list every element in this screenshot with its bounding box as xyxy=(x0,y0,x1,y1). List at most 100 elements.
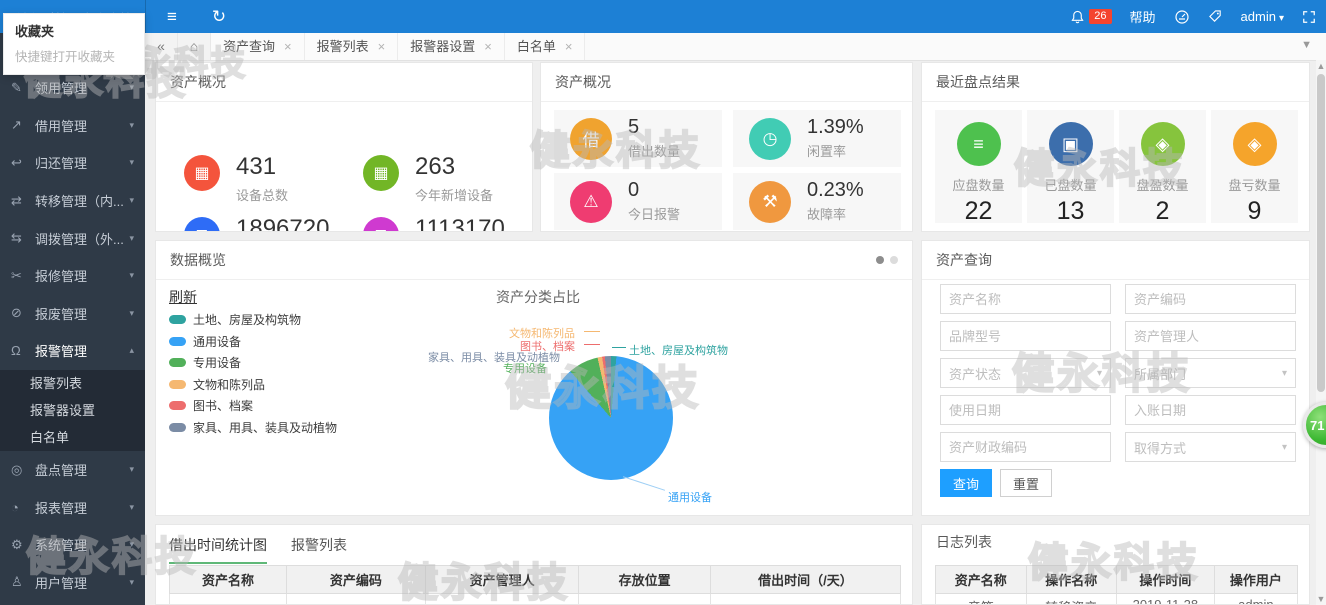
bell-icon xyxy=(1070,9,1085,25)
brand-model-input[interactable] xyxy=(940,321,1111,351)
chevron-down-icon: ▾ xyxy=(1279,13,1284,24)
sidebar-item-baofei[interactable]: ⊘ 报废管理 ▾ xyxy=(0,295,145,333)
card-should-count: ≡ 应盘数量 22 xyxy=(935,110,1022,223)
reset-button[interactable]: 重置 xyxy=(1000,469,1052,497)
pie-callout: 专用设备 xyxy=(503,360,547,376)
tab-alarm-list[interactable]: 报警列表 × xyxy=(305,33,399,60)
panel-title: 日志列表 xyxy=(922,525,1309,559)
finance-code-input[interactable] xyxy=(940,432,1111,462)
close-icon[interactable]: × xyxy=(484,34,492,60)
card-surplus: ◈ 盘盈数量 2 xyxy=(1119,110,1206,223)
user-menu[interactable]: admin▾ xyxy=(1241,9,1284,24)
legend-marker xyxy=(169,423,186,432)
sidebar-subitem-alarm-list[interactable]: 报警列表 xyxy=(0,370,145,397)
asset-name-input[interactable] xyxy=(940,284,1111,314)
sidebar-item-baojing[interactable]: Ω 报警管理 ▴ xyxy=(0,332,145,370)
report-pie-icon: ◔ xyxy=(11,500,35,515)
tab-label: 资产查询 xyxy=(223,34,275,60)
chevron-down-icon: ▾ xyxy=(129,233,134,244)
legend-item[interactable]: 家具、用具、装具及动植物 xyxy=(169,417,337,439)
asset-manager-input[interactable] xyxy=(1125,321,1296,351)
pie-chart-title: 资产分类占比 xyxy=(496,287,580,307)
refresh-link[interactable]: 刷新 xyxy=(169,287,197,307)
tab-label: 报警器设置 xyxy=(410,34,475,60)
tooltip-subtitle: 快捷键打开收藏夹 xyxy=(15,46,133,65)
page-scrollbar[interactable]: ▲ ▼ xyxy=(1316,60,1326,605)
tag-icon[interactable] xyxy=(1208,9,1223,24)
repair-icon: ✂ xyxy=(11,268,35,284)
sidebar-subitem-alarm-settings[interactable]: 报警器设置 xyxy=(0,397,145,424)
sidebar-item-xitong[interactable]: ⚙ 系统管理 ▾ xyxy=(0,526,145,564)
help-link[interactable]: 帮助 xyxy=(1130,7,1156,26)
stat-fault-rate: ⚒ 0.23%故障率 xyxy=(733,173,901,230)
sidebar-subitem-whitelist[interactable]: 白名单 xyxy=(0,424,145,451)
asset-status-select[interactable]: 资产状态 ▾ xyxy=(940,358,1111,388)
pie-chart[interactable] xyxy=(549,356,673,480)
chevron-down-icon: ▾ xyxy=(1282,442,1287,453)
sidebar-item-yonghu[interactable]: ♙ 用户管理 ▾ xyxy=(0,564,145,602)
tabs-more-dropdown[interactable]: ▼ xyxy=(1301,33,1312,60)
table-row: 音箱 转移资产 2019-11-28 admin xyxy=(936,594,1298,605)
sidebar-item-zhuanyi[interactable]: ⇄ 转移管理（内... ▾ xyxy=(0,182,145,220)
sidebar-item-guihuan[interactable]: ↩ 归还管理 ▾ xyxy=(0,144,145,182)
sidebar-item-baobiao[interactable]: ◔ 报表管理 ▾ xyxy=(0,488,145,526)
fullscreen-icon[interactable] xyxy=(1302,10,1316,24)
sidebar-item-pandian[interactable]: ◎ 盘点管理 ▾ xyxy=(0,451,145,489)
tab-label: 报警列表 xyxy=(317,34,369,60)
search-button[interactable]: 查询 xyxy=(940,469,992,497)
entry-date-input[interactable] xyxy=(1125,395,1296,425)
panel-title: 数据概览 xyxy=(156,241,912,280)
panel-tabs: 借出时间统计图 报警列表 xyxy=(169,535,347,564)
carousel-dot-active[interactable] xyxy=(876,256,884,264)
asset-code-input[interactable] xyxy=(1125,284,1296,314)
tab-whitelist[interactable]: 白名单 × xyxy=(505,33,586,60)
tab-alarm-settings[interactable]: 报警器设置 × xyxy=(398,33,505,60)
close-icon[interactable]: × xyxy=(378,34,386,60)
app-window: 健永科技固定资产管理 ≡ ↻ 26 帮助 admin▾ xyxy=(0,0,1326,605)
tabs-scroll-left-button[interactable]: « xyxy=(145,33,178,60)
database-icon: ≣ xyxy=(184,217,220,232)
sidebar-item-diaobo[interactable]: ⇆ 调拨管理（外... ▾ xyxy=(0,219,145,257)
sidebar: ✎ 领用管理 ▾ ↗ 借用管理 ▾ ↩ 归还管理 ▾ ⇄ 转移管理（内... ▾… xyxy=(0,33,145,605)
tab-asset-query[interactable]: 资产查询 × xyxy=(211,33,305,60)
home-tab[interactable]: ⌂ xyxy=(178,33,211,60)
scroll-up-arrow[interactable]: ▲ xyxy=(1316,60,1326,72)
tools-icon: ⚒ xyxy=(749,181,791,223)
pie-callout: 通用设备 xyxy=(668,489,712,505)
asset-overview-panel-1: 资产概况 ▦ 431设备总数 ▦ 263今年新增设备 ≣ 1896720设备总价… xyxy=(155,62,533,232)
panel-title: 资产概况 xyxy=(156,63,532,102)
legend-item[interactable]: 通用设备 xyxy=(169,331,337,353)
notification-bell[interactable]: 26 xyxy=(1070,9,1111,25)
database-icon: ≣ xyxy=(363,217,399,232)
borrow-icon: ↗ xyxy=(11,117,35,133)
pie-legend: 土地、房屋及构筑物 通用设备 专用设备 文物和陈列品 图书、档案 家具、用具、装… xyxy=(169,309,337,438)
legend-item[interactable]: 专用设备 xyxy=(169,352,337,374)
carousel-dot[interactable] xyxy=(890,256,898,264)
clock-icon: ◷ xyxy=(749,118,791,160)
chevron-down-icon: ▾ xyxy=(129,577,134,588)
close-icon[interactable]: × xyxy=(284,34,292,60)
dashboard-gauge-icon[interactable] xyxy=(1174,9,1190,25)
sidebar-item-baoxiu[interactable]: ✂ 报修管理 ▾ xyxy=(0,257,145,295)
legend-item[interactable]: 土地、房屋及构筑物 xyxy=(169,309,337,331)
legend-item[interactable]: 图书、档案 xyxy=(169,395,337,417)
legend-item[interactable]: 文物和陈列品 xyxy=(169,374,337,396)
pie-leader-line xyxy=(584,344,600,345)
stat-lent-count: 借 5借出数量 xyxy=(554,110,722,167)
use-date-input[interactable] xyxy=(940,395,1111,425)
tab-alarm-list-inner[interactable]: 报警列表 xyxy=(291,535,347,564)
scrollbar-thumb[interactable] xyxy=(1317,74,1325,392)
department-select[interactable]: 所属部门 ▾ xyxy=(1125,358,1296,388)
log-table: 资产名称 操作名称 操作时间 操作用户 音箱 转移资产 2019-11-28 a… xyxy=(935,565,1298,605)
refresh-icon[interactable]: ↻ xyxy=(205,0,233,33)
scroll-down-arrow[interactable]: ▼ xyxy=(1316,593,1326,605)
chevron-down-icon: ▾ xyxy=(129,308,134,319)
stat-new-devices: ▦ 263今年新增设备 xyxy=(363,155,493,204)
pie-leader-line xyxy=(584,331,600,332)
legend-marker xyxy=(169,358,186,367)
tab-borrow-time-chart[interactable]: 借出时间统计图 xyxy=(169,535,267,564)
sidebar-collapse-icon[interactable]: ≡ xyxy=(158,0,186,33)
close-icon[interactable]: × xyxy=(565,34,573,60)
sidebar-item-jieyong[interactable]: ↗ 借用管理 ▾ xyxy=(0,107,145,145)
acquire-method-select[interactable]: 取得方式 ▾ xyxy=(1125,432,1296,462)
